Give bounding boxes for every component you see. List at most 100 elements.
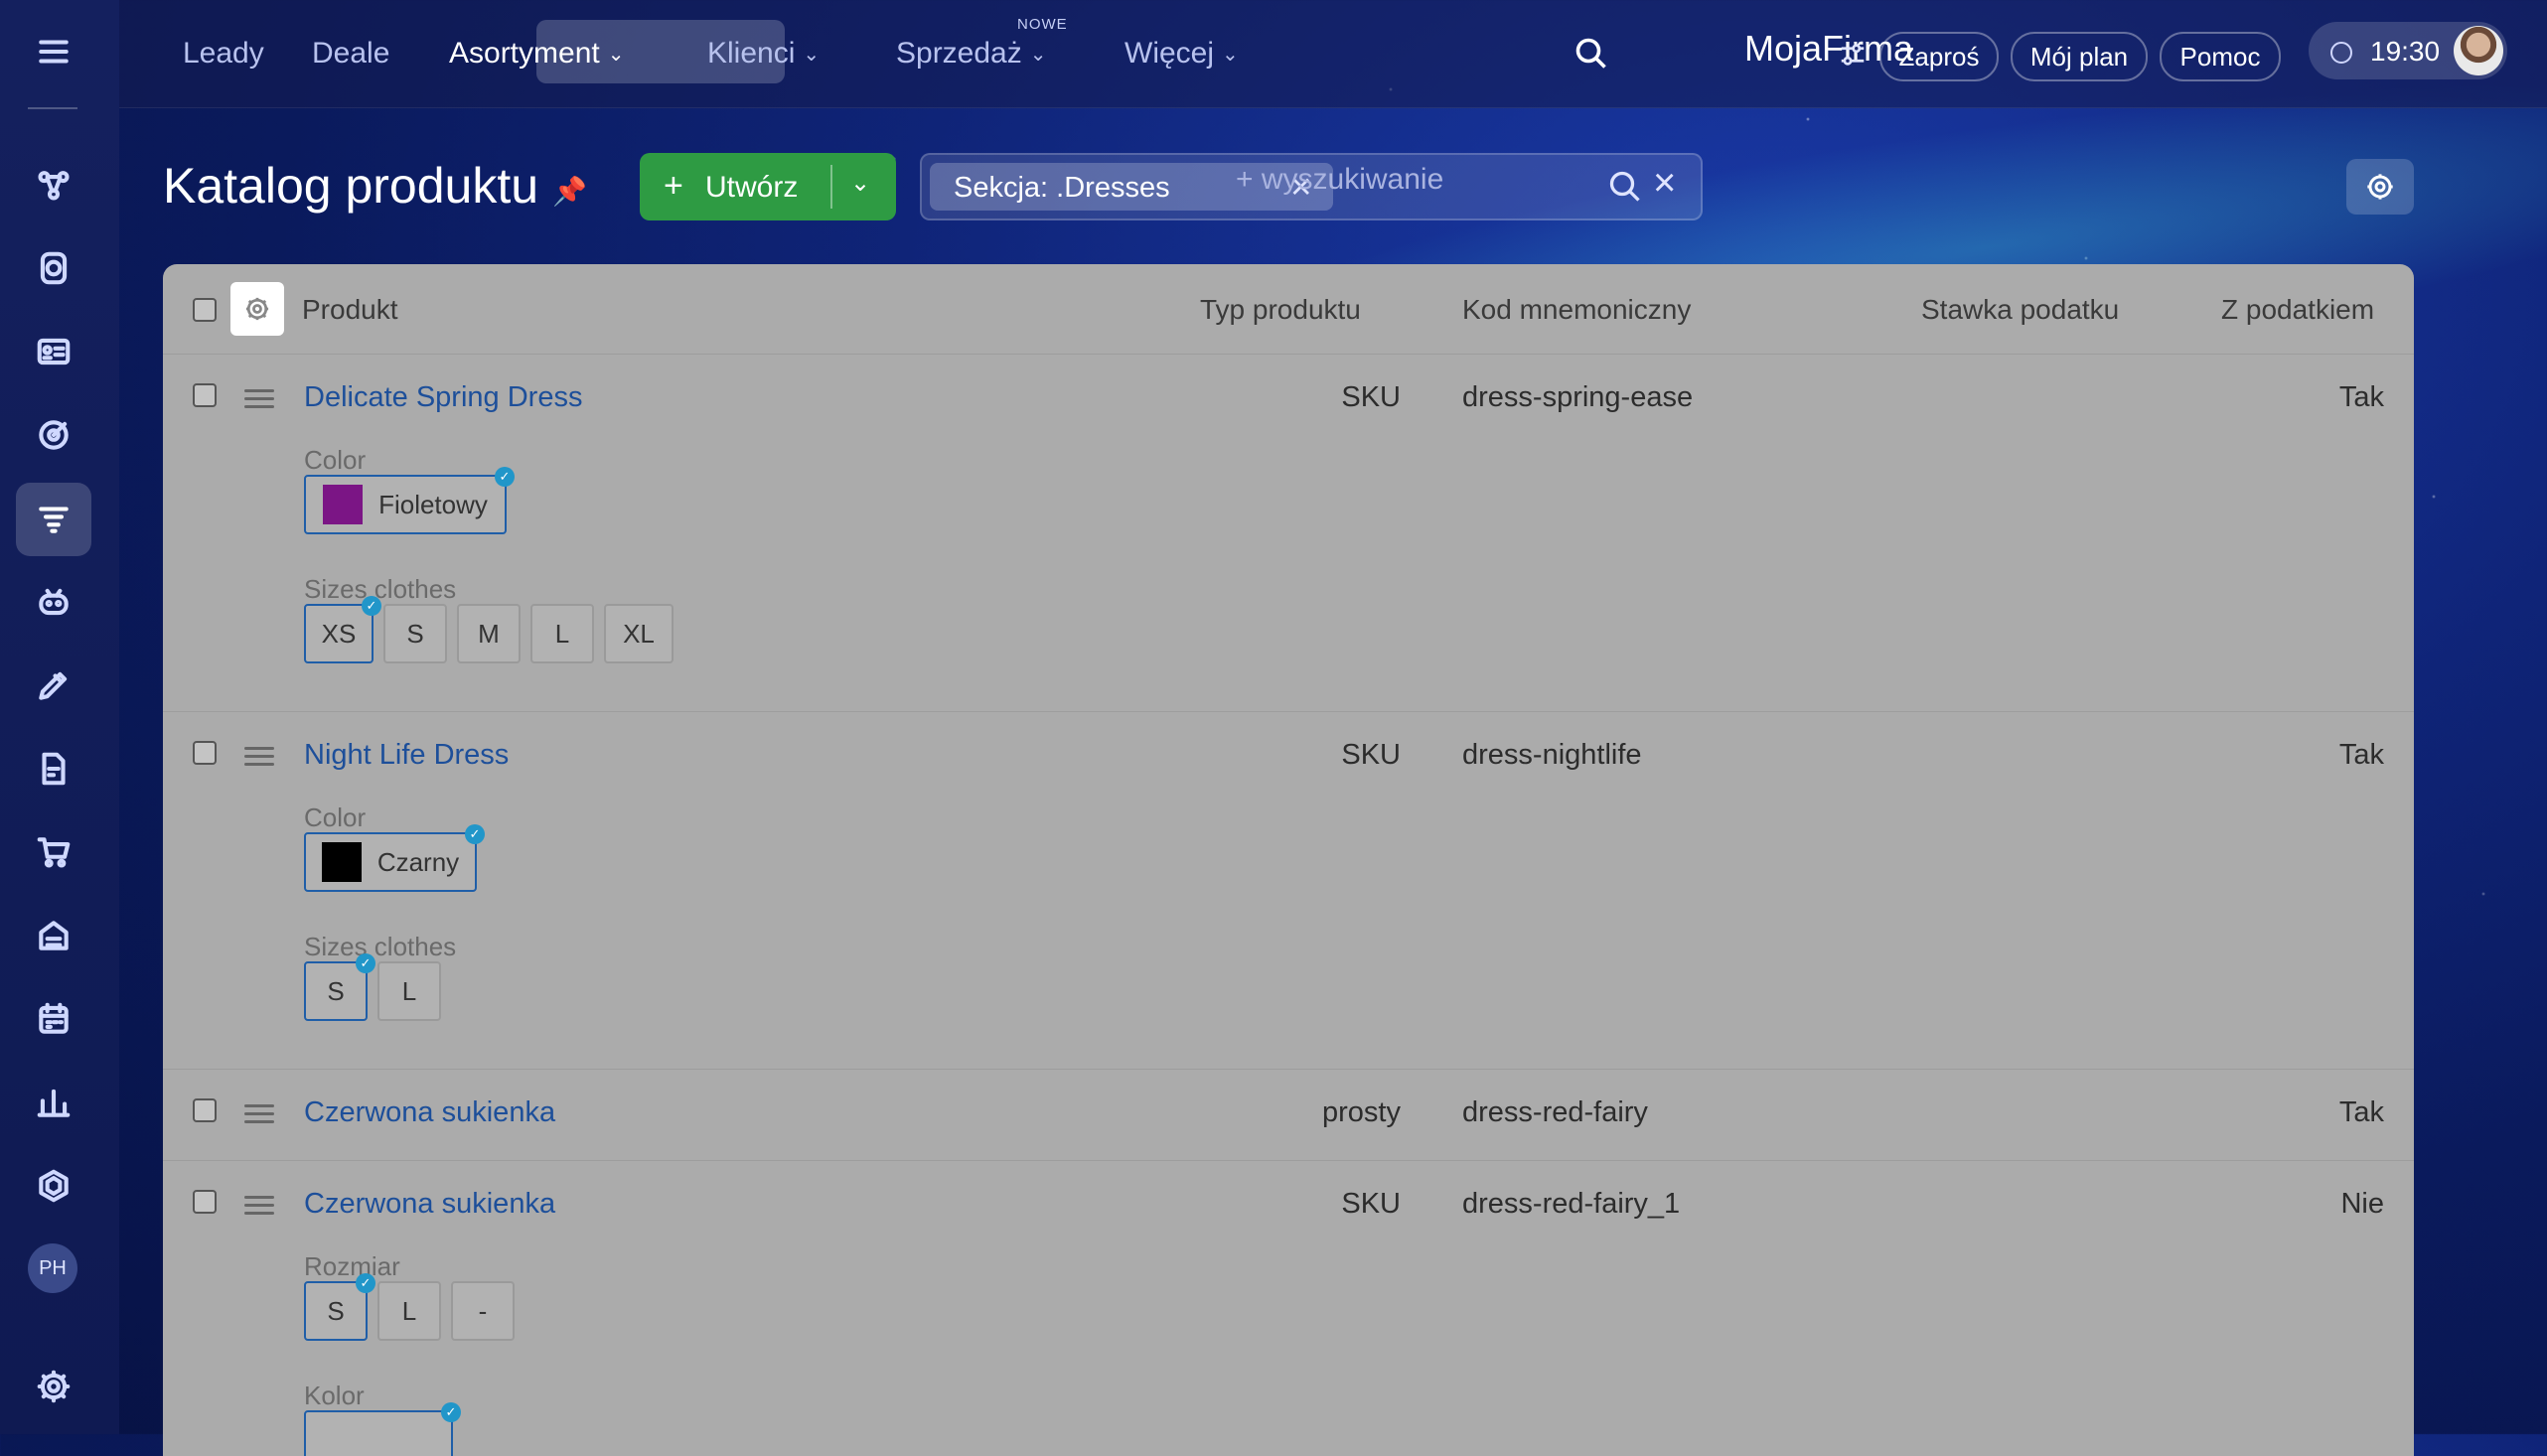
gear-icon xyxy=(245,297,269,321)
deals-icon[interactable] xyxy=(32,246,75,290)
header-tax-rate[interactable]: Stawka podatku xyxy=(1921,294,2119,326)
calendar-icon[interactable] xyxy=(32,997,75,1041)
product-name-link[interactable]: Czerwona sukienka xyxy=(304,1188,555,1221)
nav-label: Więcej xyxy=(1124,37,1215,70)
create-dropdown-chevron-icon[interactable]: ⌄ xyxy=(850,169,870,198)
property-label: Color xyxy=(304,445,367,475)
header-code[interactable]: Kod mnemoniczny xyxy=(1462,294,1691,326)
create-button[interactable]: + Utwórz ⌄ xyxy=(640,153,896,220)
size-option[interactable]: S ✓ xyxy=(304,953,375,1021)
header-with-tax[interactable]: Z podatkiem xyxy=(2221,294,2374,326)
page-settings-button[interactable] xyxy=(2346,159,2414,215)
size-option[interactable]: L xyxy=(530,604,594,663)
my-plan-button[interactable]: Mój plan xyxy=(2011,32,2148,81)
selected-check-icon: ✓ xyxy=(362,596,381,616)
size-option[interactable]: M xyxy=(457,604,521,663)
sliders-icon[interactable] xyxy=(1838,40,1868,70)
page-title: Katalog produktu xyxy=(163,158,539,214)
settings-gear-icon[interactable] xyxy=(32,1365,75,1408)
document-edit-icon[interactable] xyxy=(32,747,75,791)
clock-icon xyxy=(2330,42,2352,64)
pin-icon[interactable]: 📌 xyxy=(552,175,587,208)
search-icon[interactable] xyxy=(1573,36,1609,72)
left-rail: PH xyxy=(0,0,119,1434)
color-option[interactable]: Fioletowy ✓ xyxy=(304,467,515,534)
search-input[interactable]: + wyszukiwanie xyxy=(1236,163,1443,197)
color-option[interactable]: Czarny ✓ xyxy=(304,824,485,892)
header-type[interactable]: Typ produktu xyxy=(1200,294,1361,326)
row-checkbox[interactable] xyxy=(193,383,217,407)
product-table: Produkt Typ produktu Kod mnemoniczny Sta… xyxy=(163,264,2414,1456)
select-all-checkbox[interactable] xyxy=(193,298,217,322)
size-option[interactable]: XL xyxy=(604,604,674,663)
size-option[interactable]: L xyxy=(377,1281,441,1341)
product-type: SKU xyxy=(1341,739,1401,771)
robot-icon[interactable] xyxy=(32,580,75,624)
product-name-link[interactable]: Night Life Dress xyxy=(304,739,509,772)
size-label: L xyxy=(401,975,417,1006)
product-code: dress-nightlife xyxy=(1462,739,1642,771)
product-name-link[interactable]: Delicate Spring Dress xyxy=(304,381,582,414)
leads-icon[interactable] xyxy=(32,163,75,207)
size-option[interactable]: S ✓ xyxy=(304,1273,375,1341)
user-avatar[interactable] xyxy=(2454,26,2503,75)
nav-label: Asortyment xyxy=(449,37,600,70)
contacts-card-icon[interactable] xyxy=(32,330,75,373)
chevron-down-icon: ⌄ xyxy=(607,43,625,66)
clock-widget[interactable]: 19:30 xyxy=(2309,22,2507,79)
product-code: dress-spring-ease xyxy=(1462,381,1694,413)
column-settings-button[interactable] xyxy=(230,282,284,336)
catalog-filter-icon[interactable] xyxy=(32,497,75,540)
nav-sprzedaz[interactable]: Sprzedaż ⌄ xyxy=(896,0,1047,107)
store-icon[interactable] xyxy=(32,914,75,957)
with-tax-value: Tak xyxy=(2338,739,2384,771)
header-product[interactable]: Produkt xyxy=(302,294,398,326)
menu-icon[interactable] xyxy=(32,30,75,73)
size-label: - xyxy=(478,1295,488,1326)
product-type: SKU xyxy=(1341,381,1401,413)
clear-search-icon[interactable]: × xyxy=(1653,161,1676,206)
drag-handle-icon[interactable] xyxy=(244,389,274,409)
product-code: dress-red-fairy_1 xyxy=(1462,1188,1681,1220)
table-row: Czerwona sukienka prosty dress-red-fairy… xyxy=(163,1069,2414,1161)
size-option[interactable]: - xyxy=(451,1281,515,1341)
table-row: Delicate Spring Dress SKU dress-spring-e… xyxy=(163,354,2414,712)
pen-icon[interactable] xyxy=(32,663,75,707)
target-icon[interactable] xyxy=(32,413,75,457)
color-swatch xyxy=(321,842,362,882)
create-label: Utwórz xyxy=(705,171,799,204)
filter-search-bar[interactable]: Sekcja: .Dresses ✕ + wyszukiwanie × xyxy=(920,153,1703,220)
size-label: L xyxy=(554,618,570,649)
help-button[interactable]: Pomoc xyxy=(2160,32,2281,81)
size-option[interactable]: L xyxy=(377,961,441,1021)
row-checkbox[interactable] xyxy=(193,1098,217,1122)
bar-chart-icon[interactable] xyxy=(32,1081,75,1124)
size-label: XL xyxy=(623,618,655,649)
nav-wiecej[interactable]: Więcej ⌄ xyxy=(1124,0,1239,107)
chevron-down-icon: ⌄ xyxy=(803,43,821,66)
user-initials-avatar[interactable]: PH xyxy=(28,1243,77,1293)
nav-deale[interactable]: Deale xyxy=(312,0,389,107)
size-option[interactable]: S xyxy=(383,604,447,663)
nav-leady[interactable]: Leady xyxy=(183,0,264,107)
drag-handle-icon[interactable] xyxy=(244,1104,274,1124)
invite-button[interactable]: Zaproś xyxy=(1879,32,1999,81)
size-label: L xyxy=(401,1295,417,1326)
row-checkbox[interactable] xyxy=(193,741,217,765)
color-swatch xyxy=(323,485,364,524)
product-name-link[interactable]: Czerwona sukienka xyxy=(304,1096,555,1129)
nav-klienci[interactable]: Klienci ⌄ xyxy=(707,0,820,107)
hexagon-icon[interactable] xyxy=(32,1164,75,1208)
color-option[interactable]: ✓ xyxy=(304,1402,461,1456)
product-code: dress-red-fairy xyxy=(1462,1096,1648,1128)
size-option[interactable]: XS ✓ xyxy=(304,596,381,663)
selected-check-icon: ✓ xyxy=(495,467,515,487)
nav-label: Sprzedaż xyxy=(896,37,1022,70)
nav-asortyment[interactable]: Asortyment ⌄ xyxy=(449,0,624,107)
cart-icon[interactable] xyxy=(32,830,75,874)
drag-handle-icon[interactable] xyxy=(244,1196,274,1216)
row-checkbox[interactable] xyxy=(193,1190,217,1214)
search-icon[interactable] xyxy=(1607,169,1643,205)
selected-check-icon: ✓ xyxy=(356,953,375,973)
drag-handle-icon[interactable] xyxy=(244,747,274,767)
